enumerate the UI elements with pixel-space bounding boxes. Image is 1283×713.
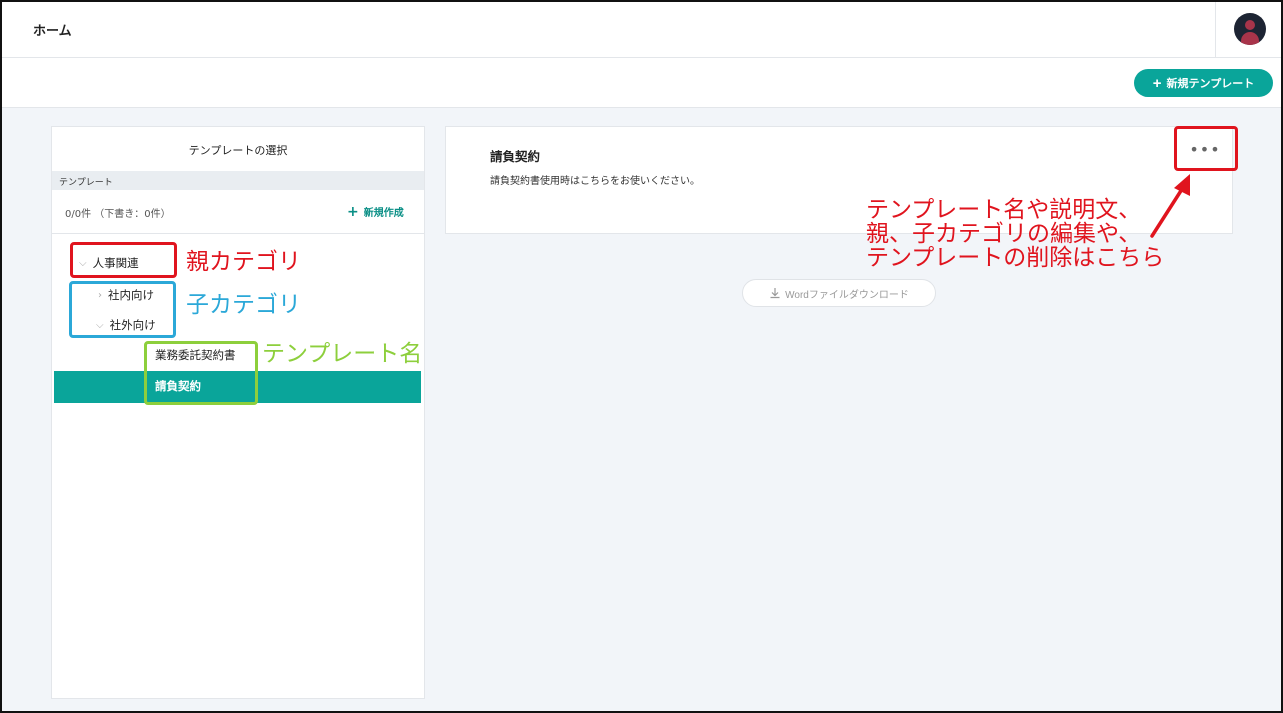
avatar-head-shape (1245, 20, 1255, 30)
annotation-parent-category: 親カテゴリ (186, 249, 301, 275)
new-create-label: 新規作成 (363, 208, 404, 219)
app-header: ホーム (0, 0, 1283, 58)
tree-item-template-selected[interactable] (54, 371, 421, 403)
annotation-template-name: テンプレート名 (262, 341, 423, 367)
action-bar: + 新規テンプレート (0, 58, 1283, 108)
chevron-right-icon: › (98, 289, 102, 301)
annotation-note: テンプレート名や説明文、 親、子カテゴリの編集や、 テンプレートの削除はこちら (866, 198, 1164, 270)
tree-item-label: 業務委託契約書 (155, 348, 236, 362)
template-title: 請負契約 (490, 149, 541, 164)
plus-icon: + (347, 203, 359, 220)
chevron-down-icon: ⌵ (79, 257, 87, 269)
header-divider (1215, 0, 1216, 58)
page-title: ホーム (33, 24, 72, 39)
word-download-button[interactable]: Wordファイルダウンロード (742, 279, 936, 307)
download-label: Wordファイルダウンロード (785, 289, 909, 301)
tree-item-label: 人事関連 (92, 256, 139, 270)
annotation-note-line: テンプレート名や説明文、 (866, 197, 1142, 223)
new-template-button[interactable]: + 新規テンプレート (1134, 69, 1273, 97)
template-select-panel: テンプレートの選択 テンプレート 0/0件 （下書き：0件） + 新規作成 ⌵ … (51, 126, 425, 699)
user-avatar-icon[interactable] (1234, 13, 1266, 45)
annotation-note-line: テンプレートの削除はこちら (866, 245, 1165, 271)
template-counts: 0/0件 （下書き：0件） (65, 209, 171, 220)
plus-icon: + (1152, 74, 1162, 92)
avatar-body-shape (1241, 32, 1259, 45)
annotation-arrow-icon (1150, 174, 1190, 238)
more-options-button[interactable]: ••• (1189, 140, 1219, 159)
annotation-note-line: 親、子カテゴリの編集や、 (866, 221, 1142, 247)
template-description: 請負契約書使用時はこちらをお使いください。 (490, 176, 700, 187)
tree-item-parent[interactable]: ⌵ 人事関連 (79, 255, 139, 271)
section-label: テンプレート (52, 171, 424, 190)
panel-title: テンプレートの選択 (188, 144, 288, 157)
tree-item-child-external[interactable]: ⌵ 社外向け (96, 317, 156, 333)
tree-item-label: 社内向け (108, 288, 154, 302)
divider (52, 233, 424, 234)
download-icon (770, 288, 780, 299)
tree-item-template[interactable]: 業務委託契約書 (155, 347, 236, 363)
new-template-label: 新規テンプレート (1166, 78, 1255, 90)
tree-item-selected-label-wrap: 請負契約 (155, 378, 201, 394)
tree-item-label: 社外向け (109, 318, 156, 332)
chevron-down-icon: ⌵ (96, 319, 104, 331)
tree-item-child-internal[interactable]: › 社内向け (98, 287, 154, 303)
tree-item-label: 請負契約 (155, 379, 201, 393)
new-create-button[interactable]: + 新規作成 (347, 203, 404, 220)
annotation-child-category: 子カテゴリ (186, 292, 301, 318)
